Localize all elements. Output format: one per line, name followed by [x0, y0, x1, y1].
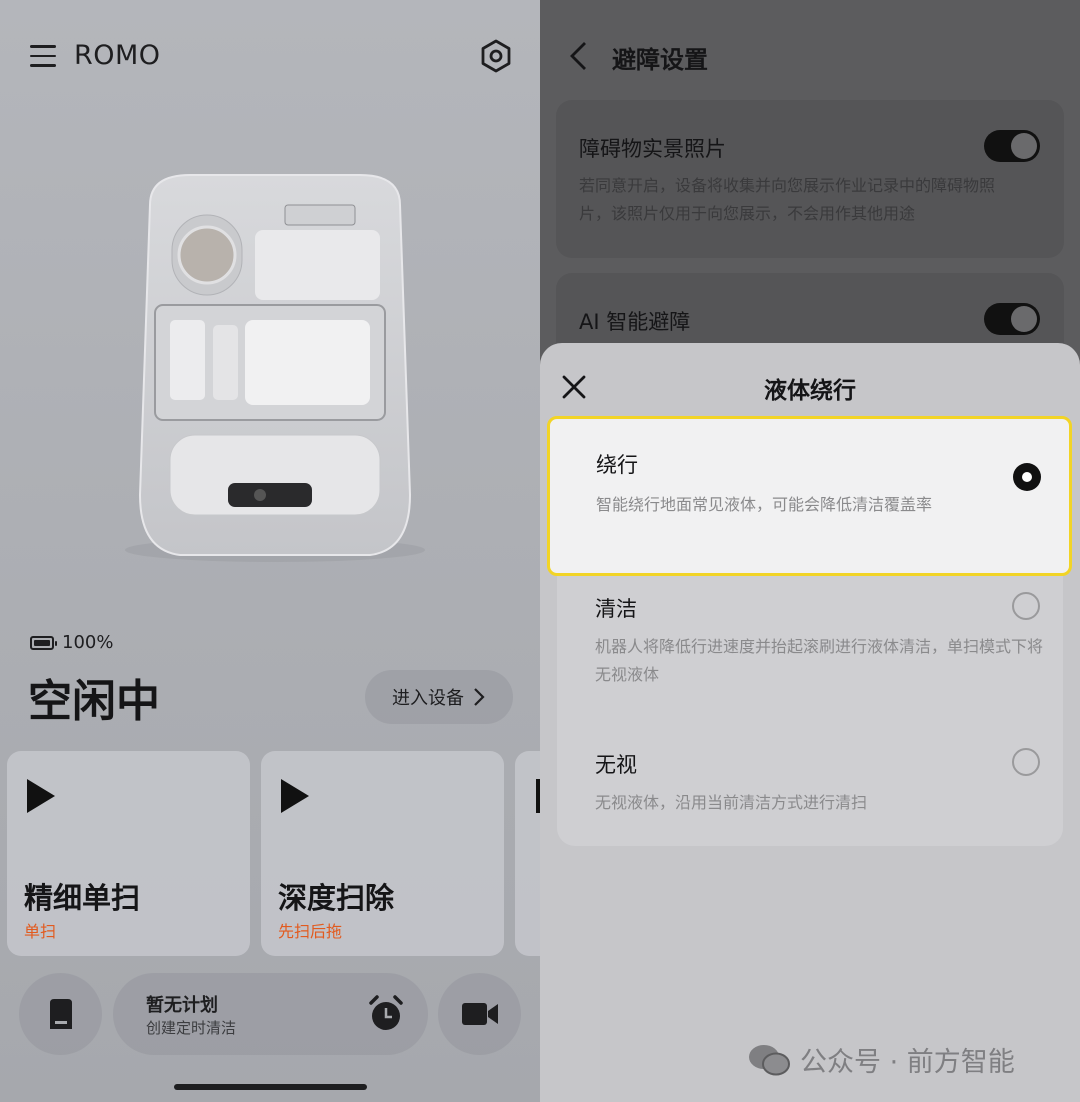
schedule-pill[interactable]: 暂无计划 创建定时清洁 — [113, 973, 428, 1055]
menu-icon[interactable] — [30, 45, 56, 67]
option-clean-radio[interactable] — [1012, 592, 1040, 620]
device-status: 空闲中 — [28, 676, 160, 727]
play-icon[interactable] — [281, 779, 309, 813]
setting-description: 若同意开启，设备将收集并向您展示作业记录中的障碍物照片，该照片仅用于向您展示，不… — [579, 176, 996, 223]
wechat-icon — [749, 1044, 790, 1075]
ai-avoidance-toggle[interactable] — [984, 303, 1040, 335]
play-icon[interactable] — [27, 779, 55, 813]
dock-icon — [49, 999, 72, 1029]
option-ignore-title[interactable]: 无视 — [595, 749, 637, 779]
home-indicator — [174, 1084, 367, 1090]
watermark: 公众号 · 前方智能 — [748, 1040, 1015, 1079]
watermark-text: 公众号 · 前方智能 — [800, 1047, 1015, 1078]
settings-icon[interactable] — [478, 38, 514, 74]
option-bypass[interactable]: 绕行 智能绕行地面常见液体，可能会降低清洁覆盖率 — [547, 416, 1072, 576]
schedule-title: 暂无计划 — [146, 995, 218, 1016]
battery-status: 100% — [30, 632, 113, 653]
mode-card-fine[interactable]: 精细单扫 单扫 — [7, 751, 250, 956]
brand-title: ROMO — [74, 40, 161, 71]
battery-level: 100% — [62, 632, 114, 653]
back-icon[interactable] — [568, 40, 590, 72]
option-clean-title[interactable]: 清洁 — [595, 593, 637, 623]
setting-title: AI 智能避障 — [579, 310, 691, 334]
mode-card-subtitle: 单扫 — [24, 922, 57, 941]
option-clean-description: 机器人将降低行进速度并抬起滚刷进行液体清洁，单扫模式下将无视液体 — [595, 637, 1044, 684]
video-camera-icon — [461, 1003, 498, 1025]
robot-image — [125, 174, 425, 562]
liquid-bypass-sheet: 液体绕行 绕行 智能绕行地面常见液体，可能会降低清洁覆盖率 清洁 机器人将降低行… — [540, 343, 1080, 1102]
mode-card-subtitle: 先扫后拖 — [278, 922, 343, 941]
option-radio-selected[interactable] — [1013, 463, 1041, 491]
mode-card-partial[interactable] — [515, 751, 540, 956]
chevron-right-icon — [474, 688, 485, 706]
page-title: 避障设置 — [612, 46, 708, 74]
option-description: 智能绕行地面常见液体，可能会降低清洁覆盖率 — [596, 495, 933, 514]
obstacle-photo-toggle[interactable] — [984, 130, 1040, 162]
enter-device-label: 进入设备 — [392, 688, 464, 709]
mode-card-title: 深度扫除 — [278, 881, 395, 915]
option-ignore-description: 无视液体，沿用当前清洁方式进行清扫 — [595, 793, 868, 812]
option-ignore-radio[interactable] — [1012, 748, 1040, 776]
battery-icon — [30, 635, 57, 650]
mode-card-deep[interactable]: 深度扫除 先扫后拖 — [261, 751, 504, 956]
video-button[interactable] — [438, 973, 521, 1055]
alarm-clock-icon[interactable] — [366, 994, 406, 1034]
dock-button[interactable] — [19, 973, 102, 1055]
device-home-panel: ROMO 100% 空闲中 进入设备 精细单扫 单扫 深度扫除 先扫后拖 暂无计… — [0, 0, 540, 1102]
setting-obstacle-photo: 障碍物实景照片 若同意开启，设备将收集并向您展示作业记录中的障碍物照片，该照片仅… — [556, 100, 1064, 258]
option-title: 绕行 — [596, 453, 638, 477]
mode-card-title: 精细单扫 — [24, 881, 141, 915]
sheet-title: 液体绕行 — [764, 378, 856, 404]
schedule-subtitle: 创建定时清洁 — [146, 1019, 237, 1037]
obstacle-settings-panel: 避障设置 障碍物实景照片 若同意开启，设备将收集并向您展示作业记录中的障碍物照片… — [540, 0, 1080, 1102]
enter-device-button[interactable]: 进入设备 — [365, 670, 513, 724]
setting-title: 障碍物实景照片 — [579, 137, 726, 161]
